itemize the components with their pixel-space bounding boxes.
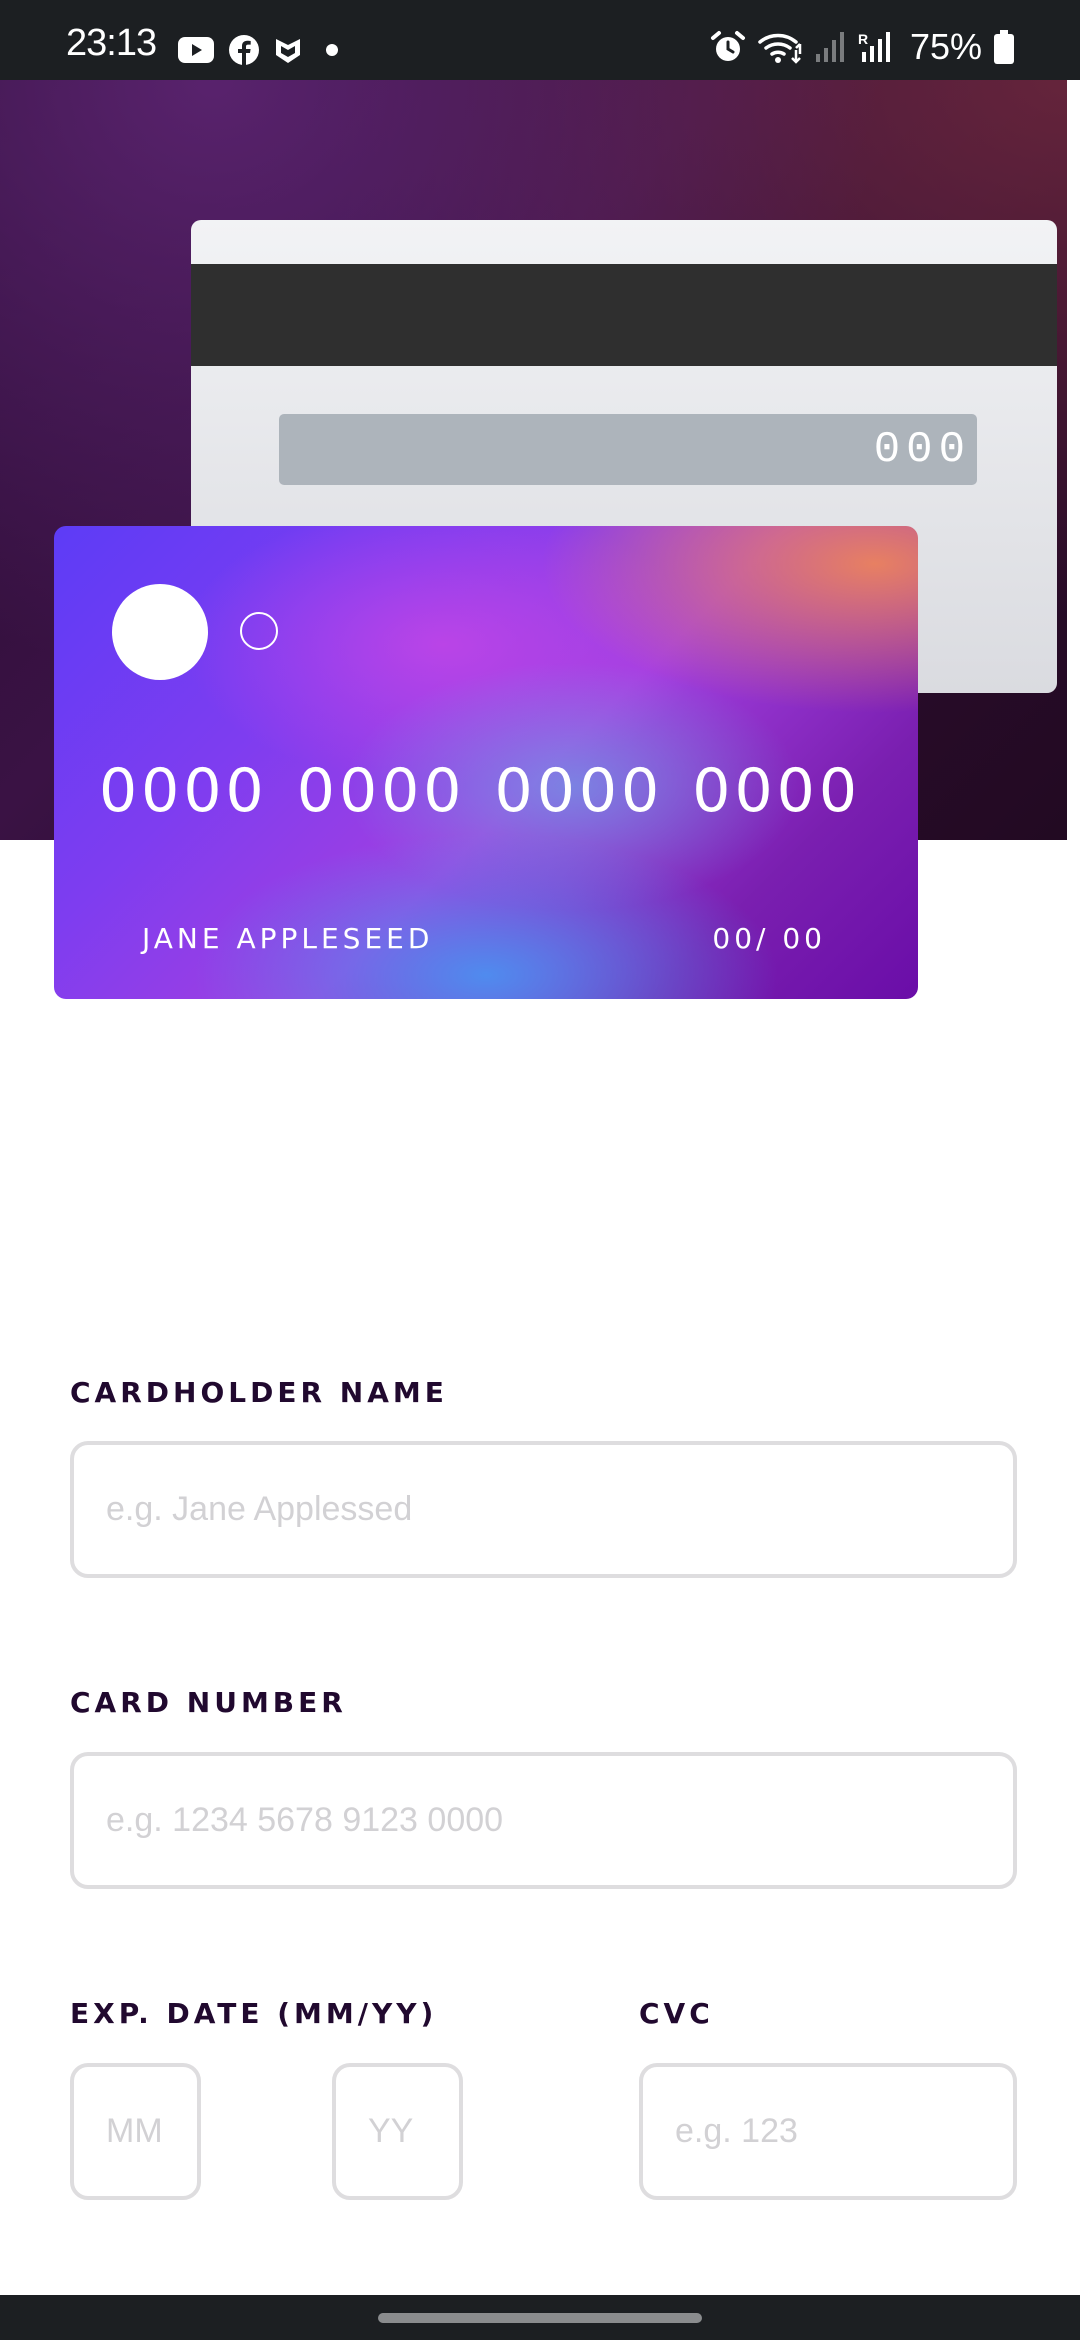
card-front: 0000 0000 0000 0000 JANE APPLESEED 00/ 0… xyxy=(54,526,918,999)
svg-text:R: R xyxy=(858,31,868,47)
signature-strip: 000 xyxy=(279,414,977,485)
battery-icon xyxy=(994,30,1014,64)
youtube-icon xyxy=(178,37,214,63)
home-indicator[interactable] xyxy=(378,2313,702,2323)
status-time: 23:13 xyxy=(66,22,157,64)
magnetic-stripe xyxy=(191,264,1057,366)
system-icons: R 75% xyxy=(710,26,1014,68)
cvc-input[interactable] xyxy=(639,2063,1017,2200)
navigation-bar xyxy=(0,2295,1080,2340)
signal-icon xyxy=(815,32,844,62)
card-back-cvc: 000 xyxy=(873,424,971,475)
wifi-icon xyxy=(758,33,802,64)
hero-background: 000 0000 0000 0000 0000 JANE APPLESEED 0… xyxy=(0,80,1067,999)
facebook-icon xyxy=(229,35,259,65)
notification-icons xyxy=(178,34,344,66)
dot-icon xyxy=(326,44,338,56)
card-logo-outline-circle xyxy=(240,612,278,650)
card-expiry-display: 00/ 00 xyxy=(712,922,826,955)
mcafee-icon xyxy=(276,39,300,63)
alarm-icon xyxy=(710,31,745,61)
cardholder-name-label: CARDHOLDER NAME xyxy=(70,1376,448,1409)
status-bar: 23:13 R 75% xyxy=(0,0,1080,80)
exp-date-label: EXP. DATE (MM/YY) xyxy=(70,1997,438,2030)
card-number-display: 0000 0000 0000 0000 xyxy=(99,756,861,826)
battery-percentage: 75% xyxy=(909,26,982,67)
exp-month-input[interactable] xyxy=(70,2063,201,2200)
cardholder-name-display: JANE APPLESEED xyxy=(142,922,434,955)
cvc-label: CVC xyxy=(639,1997,714,2030)
card-logo-filled-circle xyxy=(112,584,208,680)
cardholder-name-input[interactable] xyxy=(70,1441,1017,1578)
card-number-label: CARD NUMBER xyxy=(70,1686,347,1719)
card-number-input[interactable] xyxy=(70,1752,1017,1889)
signal-r-icon: R xyxy=(858,31,890,62)
exp-year-input[interactable] xyxy=(332,2063,463,2200)
